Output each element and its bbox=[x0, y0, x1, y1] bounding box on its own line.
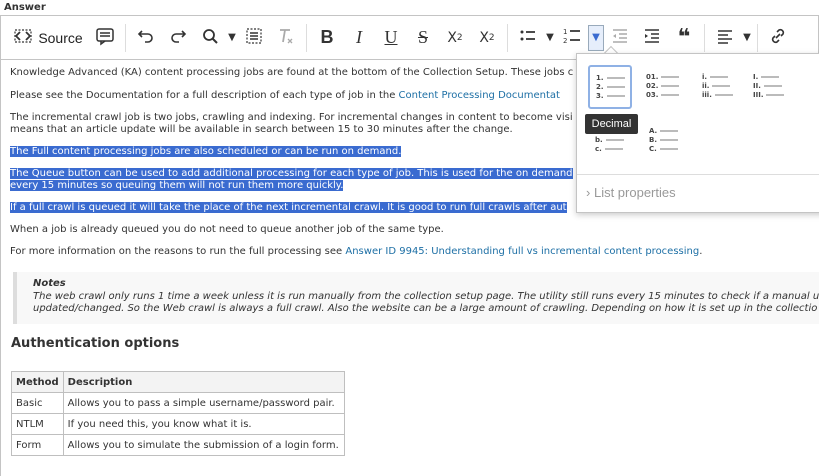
authentication-heading: Authentication options bbox=[11, 336, 180, 351]
underline-button[interactable]: U bbox=[375, 23, 407, 53]
redo-icon bbox=[168, 26, 188, 50]
table-cell: Form bbox=[11, 434, 64, 456]
svg-text:2: 2 bbox=[563, 37, 567, 45]
authentication-table: Method Description Basic Allows you to p… bbox=[11, 371, 345, 456]
table-cell: Allows you to simulate the submission of… bbox=[62, 434, 345, 456]
numbered-list-dropdown-chevron-down-icon[interactable]: ▼ bbox=[588, 24, 604, 51]
answer-9945-link[interactable]: Answer ID 9945: Understanding full vs in… bbox=[345, 246, 699, 257]
chevron-down-icon[interactable]: ▼ bbox=[544, 23, 556, 53]
numbered-list-button[interactable]: 12 bbox=[556, 23, 588, 53]
source-icon bbox=[13, 26, 33, 49]
strikethrough-button[interactable]: S bbox=[407, 23, 439, 53]
paragraph-selected: The Queue button can be used to add addi… bbox=[10, 168, 573, 179]
toolbar-separator bbox=[704, 23, 705, 52]
undo-icon bbox=[136, 26, 156, 50]
table-row: Basic Allows you to pass a simple userna… bbox=[11, 392, 345, 414]
paragraph: Knowledge Advanced (KA) content processi… bbox=[10, 67, 574, 78]
notes-title: Notes bbox=[33, 278, 66, 289]
align-left-icon bbox=[715, 26, 735, 50]
italic-button[interactable]: I bbox=[343, 23, 375, 53]
dropdown-divider bbox=[577, 174, 819, 175]
svg-text:1: 1 bbox=[563, 28, 567, 36]
chevron-down-icon[interactable]: ▼ bbox=[741, 23, 753, 53]
toolbar-separator bbox=[507, 23, 508, 52]
list-properties-label: List properties bbox=[593, 185, 676, 200]
select-all-icon bbox=[244, 26, 264, 50]
paragraph: For more information on the reasons to r… bbox=[10, 246, 703, 257]
remove-format-button[interactable] bbox=[270, 23, 302, 53]
indent-icon bbox=[642, 26, 662, 50]
table-row: Form Allows you to simulate the submissi… bbox=[11, 434, 345, 456]
remove-format-icon bbox=[276, 26, 296, 50]
subscript-button[interactable]: X2 bbox=[439, 23, 471, 53]
numbered-list-icon: 12 bbox=[562, 26, 582, 50]
list-style-decimal-leading-zero[interactable]: 01. 02. 03. bbox=[640, 67, 684, 111]
list-style-decimal[interactable]: 1. 2. 3. bbox=[588, 65, 632, 109]
bulleted-list-icon bbox=[518, 26, 538, 50]
paragraph: means that an article update will be ava… bbox=[10, 124, 513, 135]
find-replace-icon bbox=[200, 26, 220, 50]
decimal-tooltip: Decimal bbox=[585, 114, 638, 134]
source-button[interactable]: Source bbox=[7, 23, 89, 53]
redo-button[interactable] bbox=[162, 23, 194, 53]
source-button-label: Source bbox=[38, 29, 83, 46]
list-style-lower-roman[interactable]: i. ii. iii. bbox=[696, 67, 740, 111]
paragraph: The incremental crawl job is two jobs, c… bbox=[10, 112, 573, 123]
table-header-cell: Method bbox=[11, 371, 64, 393]
paragraph-selected: The Full content processing jobs are als… bbox=[10, 146, 402, 157]
table-cell: Allows you to pass a simple username/pas… bbox=[62, 392, 345, 414]
link-button[interactable] bbox=[762, 23, 794, 53]
chevron-right-icon: › bbox=[586, 185, 591, 200]
toolbar-separator bbox=[757, 23, 758, 52]
paragraph-selected: every 15 minutes so queuing them will no… bbox=[10, 180, 344, 191]
bold-button[interactable]: B bbox=[311, 23, 343, 53]
outdent-icon bbox=[610, 26, 630, 50]
table-row: NTLM If you need this, you know what it … bbox=[11, 413, 345, 435]
table-cell: If you need this, you know what it is. bbox=[62, 413, 345, 435]
align-button[interactable] bbox=[709, 23, 741, 53]
paragraph: When a job is already queued you do not … bbox=[10, 224, 444, 235]
notes-blockquote: Notes The web crawl only runs 1 time a w… bbox=[13, 272, 819, 324]
list-style-upper-latin[interactable]: A. B. C. bbox=[643, 116, 687, 160]
indent-button[interactable] bbox=[636, 23, 668, 53]
select-all-button[interactable] bbox=[238, 23, 270, 53]
table-cell: NTLM bbox=[11, 413, 64, 435]
bulleted-list-button[interactable] bbox=[512, 23, 544, 53]
answer-field-label: Answer bbox=[4, 2, 46, 13]
blockquote-button[interactable]: ❝ bbox=[668, 23, 700, 53]
notes-line: updated/changed. So the Web crawl is alw… bbox=[33, 303, 818, 314]
table-cell: Basic bbox=[11, 392, 64, 414]
notes-line: The web crawl only runs 1 time a week un… bbox=[33, 291, 819, 302]
content-processing-doc-link[interactable]: Content Processing Documentat bbox=[399, 90, 560, 101]
link-icon bbox=[768, 26, 788, 50]
find-replace-button[interactable] bbox=[194, 23, 226, 53]
paragraph: Please see the Documentation for a full … bbox=[10, 90, 560, 101]
toolbar-separator bbox=[306, 23, 307, 52]
undo-button[interactable] bbox=[130, 23, 162, 53]
list-properties-button[interactable]: › List properties bbox=[586, 185, 676, 200]
paragraph-selected: If a full crawl is queued it will take t… bbox=[10, 202, 567, 213]
chevron-down-icon[interactable]: ▼ bbox=[226, 23, 238, 53]
superscript-button[interactable]: X2 bbox=[471, 23, 503, 53]
show-blocks-icon bbox=[95, 26, 115, 50]
table-header-cell: Description bbox=[62, 371, 345, 393]
show-blocks-button[interactable] bbox=[89, 23, 121, 53]
table-header-row: Method Description bbox=[11, 371, 345, 393]
toolbar-separator bbox=[125, 23, 126, 52]
list-style-upper-roman[interactable]: I. II. III. bbox=[747, 67, 791, 111]
